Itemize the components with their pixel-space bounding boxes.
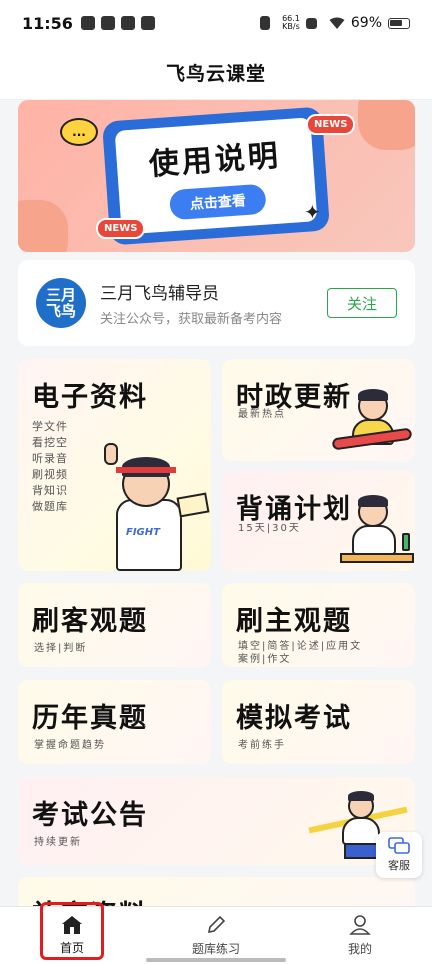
logo-line-1: 三月 bbox=[45, 286, 76, 304]
recite-plan-card[interactable]: 背诵计划 15天|30天 bbox=[222, 471, 415, 571]
active-tab-highlight bbox=[40, 902, 104, 960]
card-title: 历年真题 bbox=[32, 703, 148, 734]
sparkle-icon: ✦ bbox=[304, 200, 321, 224]
official-account-card: 三月 飞鸟 三月飞鸟辅导员 关注公众号，获取最新备考内容 关注 bbox=[18, 260, 415, 346]
list-item: 学文件 bbox=[32, 420, 68, 433]
runner-illustration bbox=[331, 387, 413, 461]
instructions-banner[interactable]: ... 使用说明 点击查看 NEWS NEWS ✦ bbox=[18, 100, 415, 252]
wifi-icon bbox=[329, 17, 345, 29]
account-info: 三月飞鸟辅导员 关注公众号，获取最新备考内容 bbox=[100, 279, 327, 327]
home-content[interactable]: ... 使用说明 点击查看 NEWS NEWS ✦ 三月 飞鸟 三月飞鸟辅导员 … bbox=[0, 100, 432, 906]
tab-label: 题库练习 bbox=[191, 942, 240, 956]
past-exams-card[interactable]: 历年真题 掌握命题趋势 bbox=[18, 680, 211, 764]
list-item: 背知识 bbox=[32, 484, 68, 497]
card-subtitle: 选择|判断 bbox=[34, 643, 88, 654]
reading-student-illustration bbox=[340, 493, 414, 571]
ebooks-card[interactable]: 电子资料 学文件 看挖空 听录音 刷视频 背知识 做题库 FIGHT bbox=[18, 359, 211, 571]
desk bbox=[340, 553, 414, 563]
customer-service-label: 客服 bbox=[388, 859, 410, 872]
news-tag: NEWS bbox=[96, 218, 146, 239]
book bbox=[176, 492, 210, 518]
list-item: 刷视频 bbox=[32, 468, 68, 481]
subjective-questions-card[interactable]: 刷主观题 填空|简答|论述|应用文 案例|作文 bbox=[222, 583, 415, 667]
phone-screen: 使用说明 点击查看 bbox=[114, 117, 318, 235]
headband bbox=[116, 467, 176, 473]
mock-exam-card[interactable]: 模拟考试 考前练手 bbox=[222, 680, 415, 764]
list-item: 做题库 bbox=[32, 500, 68, 513]
mail-icon bbox=[140, 16, 155, 30]
list-item: 看挖空 bbox=[32, 436, 68, 449]
battery-percent: 69% bbox=[350, 15, 382, 31]
card-subtitle: 案例|作文 bbox=[238, 654, 292, 665]
list-item: 听录音 bbox=[32, 452, 68, 465]
play-icon bbox=[120, 16, 135, 30]
app-header: 飞鸟云课堂 bbox=[0, 46, 432, 100]
hair bbox=[358, 495, 388, 507]
shirt: FIGHT bbox=[116, 499, 182, 571]
pencil-icon bbox=[207, 915, 226, 934]
page-title: 飞鸟云课堂 bbox=[165, 63, 266, 85]
customer-service-button[interactable]: 客服 bbox=[376, 832, 422, 878]
card-subtitle: 考前练手 bbox=[238, 740, 286, 751]
card-title: 电子资料 bbox=[32, 382, 148, 413]
news-tag: NEWS bbox=[306, 114, 356, 135]
x-icon bbox=[305, 17, 317, 29]
fist bbox=[104, 443, 118, 465]
person-icon bbox=[349, 915, 371, 935]
battery-icon bbox=[388, 17, 410, 29]
banner-title: 使用说明 bbox=[147, 138, 282, 183]
net-speed-unit: KB/s bbox=[282, 22, 300, 31]
hand-illustration bbox=[18, 200, 68, 252]
notification-icon bbox=[100, 16, 115, 30]
card-title: 刷客观题 bbox=[32, 606, 148, 637]
net-speed: 66.1 KB/s bbox=[282, 15, 300, 31]
bottle bbox=[402, 533, 410, 551]
shirt bbox=[352, 525, 396, 555]
chat-icon bbox=[388, 837, 410, 854]
shirt bbox=[342, 817, 380, 845]
objective-questions-card[interactable]: 刷客观题 选择|判断 bbox=[18, 583, 211, 667]
tab-label: 我的 bbox=[347, 942, 372, 956]
account-logo: 三月 飞鸟 bbox=[36, 278, 86, 328]
card-title: 考试公告 bbox=[32, 800, 148, 831]
hair bbox=[358, 389, 388, 401]
view-button[interactable]: 点击查看 bbox=[168, 183, 267, 221]
notification-icon bbox=[80, 16, 95, 30]
announcements-card[interactable]: 考试公告 持续更新 bbox=[18, 777, 415, 865]
ebooks-item-list: 学文件 看挖空 听录音 刷视频 背知识 做题库 bbox=[32, 419, 68, 515]
vibrate-icon bbox=[260, 16, 271, 30]
status-bar: 11:56 66.1 KB/s 69% bbox=[0, 0, 432, 46]
logo-line-2: 飞鸟 bbox=[45, 302, 76, 320]
student-illustration: FIGHT bbox=[98, 443, 210, 571]
hand-illustration bbox=[358, 100, 415, 150]
card-title: 刷主观题 bbox=[236, 606, 352, 637]
chat-bubble-icon: ... bbox=[60, 118, 98, 146]
shorts bbox=[344, 843, 378, 859]
card-subtitle: 持续更新 bbox=[34, 837, 82, 848]
card-subtitle: 掌握命题趋势 bbox=[34, 740, 106, 751]
tab-question-bank[interactable]: 题库练习 bbox=[144, 907, 288, 964]
status-time: 11:56 bbox=[22, 13, 73, 33]
follow-button[interactable]: 关注 bbox=[327, 288, 397, 318]
home-indicator bbox=[146, 958, 286, 962]
card-subtitle: 最新热点 bbox=[238, 409, 286, 420]
tab-profile[interactable]: 我的 bbox=[288, 907, 432, 964]
account-name: 三月飞鸟辅导员 bbox=[100, 284, 219, 304]
card-subtitle: 15天|30天 bbox=[238, 523, 301, 534]
hair bbox=[348, 791, 374, 801]
politics-card[interactable]: 时政更新 最新热点 bbox=[222, 359, 415, 461]
account-desc: 关注公众号，获取最新备考内容 bbox=[100, 312, 283, 327]
card-title: 模拟考试 bbox=[236, 703, 352, 734]
shirt-text: FIGHT bbox=[126, 527, 160, 538]
